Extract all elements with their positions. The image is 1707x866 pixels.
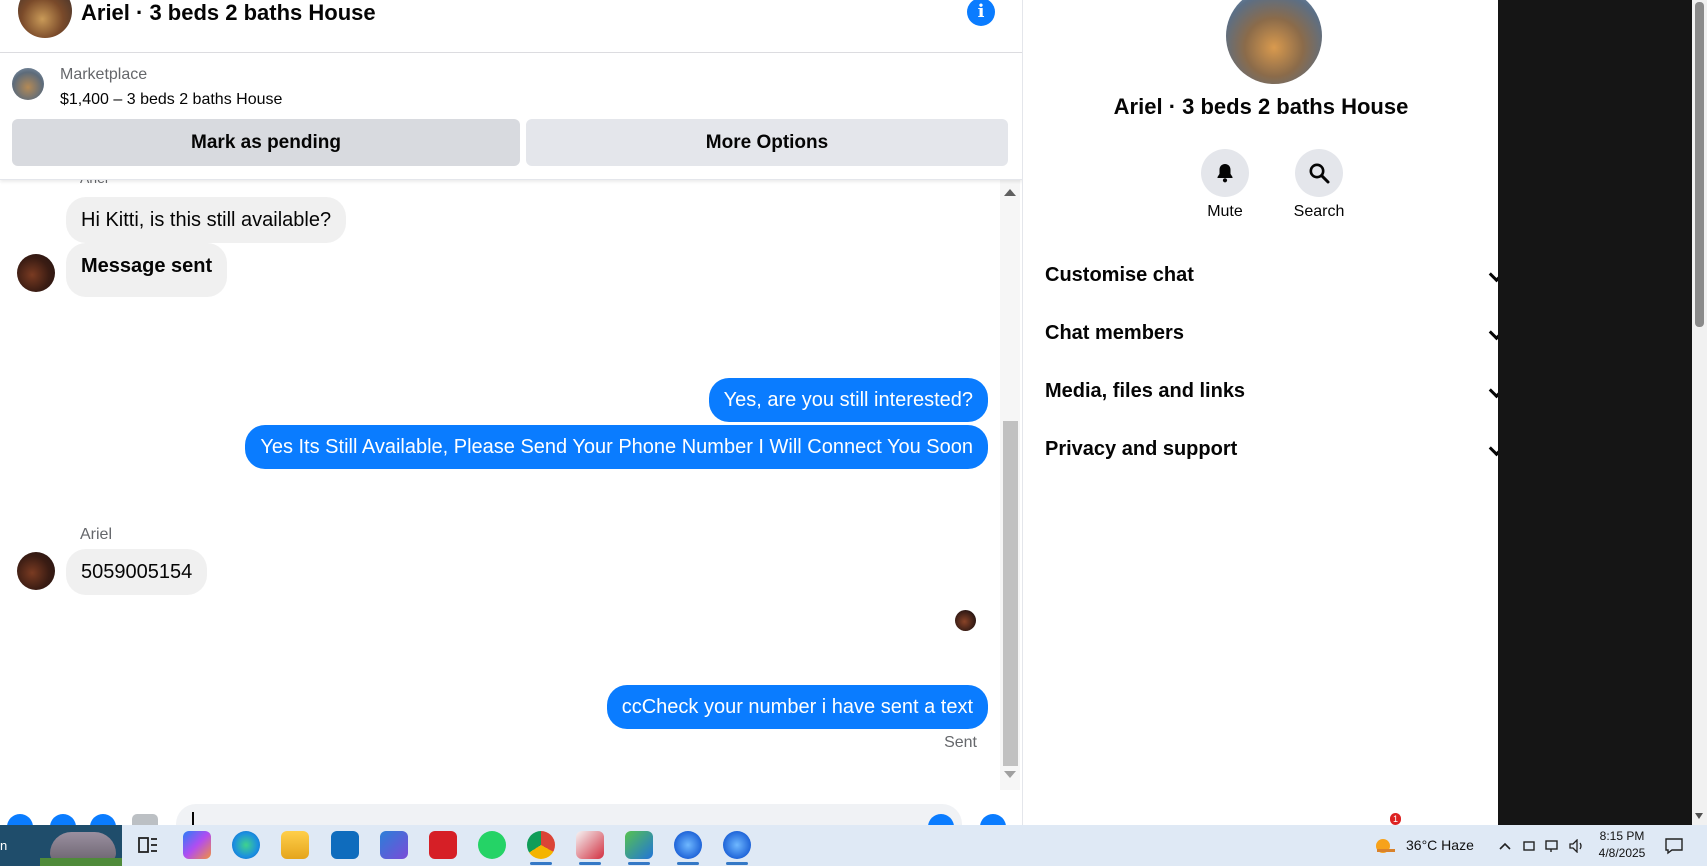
mute-button[interactable] — [1201, 149, 1249, 197]
amd-icon[interactable] — [429, 831, 457, 859]
incoming-message[interactable]: Message sent — [66, 243, 228, 297]
page-scrollbar[interactable] — [1692, 0, 1707, 825]
active-app-indicator — [628, 862, 650, 865]
outlook-icon[interactable] — [331, 831, 359, 859]
listing-photo[interactable] — [1226, 0, 1322, 84]
chat-avatar[interactable] — [18, 0, 72, 38]
scroll-thumb[interactable] — [1003, 421, 1018, 766]
weather-text[interactable]: 36°C Haze — [1406, 825, 1474, 866]
info-icon[interactable]: i — [967, 0, 995, 26]
file-explorer-icon[interactable] — [281, 831, 309, 859]
message-status: Sent — [944, 734, 977, 751]
chevron-up-icon[interactable] — [1498, 825, 1512, 866]
incoming-message[interactable]: 5059005154 — [66, 549, 208, 595]
notifications-icon[interactable] — [1664, 825, 1684, 866]
incoming-message[interactable]: Hi Kitti, is this still available? — [66, 197, 347, 243]
section-customise-chat[interactable]: Customise chat — [1045, 255, 1498, 295]
chevron-down-icon — [1488, 382, 1498, 399]
page-scroll-thumb[interactable] — [1695, 2, 1704, 327]
chevron-down-icon — [1488, 440, 1498, 457]
gif-icon[interactable] — [132, 814, 158, 825]
message-scrollbar[interactable] — [1000, 180, 1020, 790]
listing-thumbnail[interactable] — [12, 68, 44, 100]
taskbar-search[interactable]: n — [0, 825, 122, 866]
sender-avatar[interactable] — [17, 552, 55, 590]
section-label: Privacy and support — [1045, 438, 1238, 460]
section-label: Customise chat — [1045, 264, 1194, 286]
chat-column: Ariel · 3 beds 2 baths House i Marketpla… — [0, 0, 1023, 825]
active-app-indicator — [677, 862, 699, 865]
mark-as-pending-button[interactable]: Mark as pending — [12, 119, 520, 166]
edge-icon[interactable] — [232, 831, 260, 859]
section-media-files-links[interactable]: Media, files and links — [1045, 371, 1498, 411]
section-label: Media, files and links — [1045, 380, 1246, 402]
search-icon — [1309, 163, 1330, 184]
scroll-up-icon[interactable] — [1004, 189, 1016, 196]
app-icon[interactable] — [674, 831, 702, 859]
chrome-icon[interactable] — [527, 831, 555, 859]
weather-badge: 1 — [1390, 813, 1402, 825]
task-view-icon[interactable] — [133, 831, 161, 859]
meet-icon[interactable] — [1522, 825, 1536, 866]
section-privacy-support[interactable]: Privacy and support — [1045, 429, 1498, 469]
seen-indicator-avatar — [955, 610, 976, 631]
chat-title[interactable]: Ariel · 3 beds 2 baths House — [81, 0, 376, 26]
search-button[interactable] — [1295, 149, 1343, 197]
copilot-icon[interactable] — [183, 831, 211, 859]
chat-header: Ariel · 3 beds 2 baths House i — [0, 0, 1022, 53]
listing-source: Marketplace — [60, 66, 148, 83]
bell-icon — [1217, 164, 1233, 183]
marketplace-listing-bar: Marketplace $1,400 – 3 beds 2 baths Hous… — [0, 53, 1022, 180]
scroll-down-icon[interactable] — [1695, 813, 1703, 819]
clock-time: 8:15 PM — [1599, 829, 1645, 843]
plus-icon[interactable] — [7, 814, 33, 825]
active-app-indicator — [579, 862, 601, 865]
weather-widget[interactable]: 1 — [1374, 813, 1402, 866]
scroll-down-icon[interactable] — [1004, 771, 1016, 778]
outgoing-message[interactable]: Yes Its Still Available, Please Send You… — [245, 425, 988, 469]
details-title: Ariel · 3 beds 2 baths House — [1113, 94, 1409, 119]
volume-icon[interactable] — [1569, 825, 1585, 866]
search-edge-text: n — [0, 838, 8, 853]
clock-date: 4/8/2025 — [1598, 846, 1646, 860]
search-label: Search — [1293, 203, 1345, 220]
section-label: Chat members — [1045, 322, 1184, 344]
outgoing-message[interactable]: Yes, are you still interested? — [708, 378, 988, 422]
more-options-button[interactable]: More Options — [526, 119, 1008, 166]
paint-icon[interactable] — [576, 831, 604, 859]
active-app-indicator — [726, 862, 748, 865]
photos-icon[interactable] — [625, 831, 653, 859]
chevron-down-icon — [1488, 324, 1498, 341]
message-composer — [0, 800, 1022, 825]
weather-icon — [1376, 839, 1395, 853]
outgoing-message[interactable]: ccCheck your number i have sent a text — [606, 685, 988, 729]
chevron-down-icon — [1488, 266, 1498, 283]
mute-label: Mute — [1207, 203, 1243, 220]
sticker-icon[interactable] — [90, 814, 116, 825]
sender-avatar[interactable] — [17, 254, 55, 292]
listing-price[interactable]: $1,400 – 3 beds 2 baths House — [60, 91, 282, 109]
app-icon[interactable] — [723, 831, 751, 859]
system-clock[interactable]: 8:15 PM 4/8/2025 — [1590, 828, 1654, 862]
whatsapp-icon[interactable] — [478, 831, 506, 859]
network-icon[interactable] — [1545, 825, 1561, 866]
sender-name: Ariel — [80, 526, 113, 543]
section-chat-members[interactable]: Chat members — [1045, 313, 1498, 353]
photo-icon[interactable] — [50, 814, 76, 825]
conversation-details-panel: Ariel · 3 beds 2 baths House Mute Search… — [1024, 0, 1498, 825]
text-caret — [192, 812, 194, 825]
thumbs-up-icon[interactable] — [980, 814, 1006, 825]
active-app-indicator — [530, 862, 552, 865]
background-region — [1498, 0, 1692, 825]
message-list: Ariel Hi Kitti, is this still available?… — [0, 170, 1000, 790]
store-icon[interactable] — [380, 831, 408, 859]
message-input[interactable] — [176, 804, 962, 825]
windows-taskbar: n 1 36°C Haze 8:15 PM 4/8/2025 — [0, 813, 1707, 866]
search-highlight-image — [40, 858, 122, 866]
